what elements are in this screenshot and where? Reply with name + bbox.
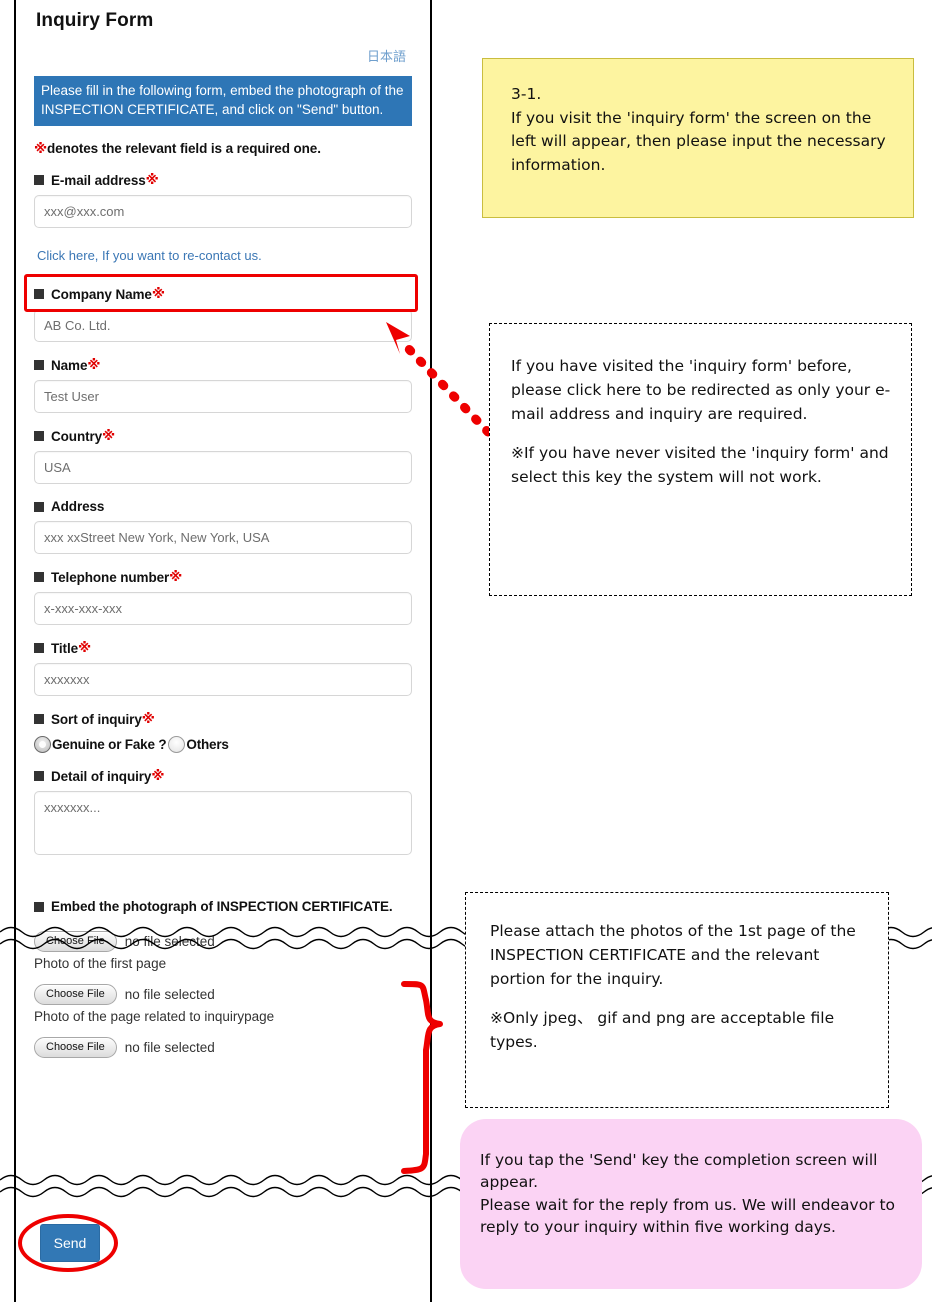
required-asterisk-icon: ※ (141, 711, 155, 728)
bullet-square-icon (34, 902, 44, 913)
detail-of-inquiry-textarea[interactable]: xxxxxxx... (34, 791, 412, 856)
callout-recontact-paragraph-1: If you have visited the 'inquiry form' b… (511, 357, 891, 424)
label-telephone: Telephone number ※ (34, 569, 412, 585)
callout-send-confirmation: If you tap the 'Send' key the completion… (460, 1119, 922, 1289)
label-address: Address (34, 499, 412, 514)
email-field-placeholder: xxx@xxx.com (44, 204, 125, 220)
required-asterisk-icon: ※ (34, 141, 48, 158)
label-country-text: Country (51, 428, 103, 444)
callout-send-paragraph-1: If you tap the 'Send' key the completion… (480, 1151, 878, 1192)
bullet-square-icon (34, 501, 44, 512)
callout-photos-paragraph-2: ※Only jpeg、 gif and png are acceptable f… (490, 1009, 835, 1052)
file-caption-related-page: Photo of the page related to inquirypage (34, 1009, 275, 1025)
file-row-first-page: Choose File no file selected (34, 931, 412, 953)
required-asterisk-icon: ※ (145, 172, 159, 189)
label-embed-photograph-text: Embed the photograph of INSPECTION CERTI… (51, 899, 393, 915)
bullet-square-icon (34, 714, 44, 725)
label-name: Name ※ (34, 357, 412, 373)
choose-file-button[interactable]: Choose File (34, 1037, 117, 1059)
callout-step-3-1: 3-1. If you visit the 'inquiry form' the… (482, 58, 914, 218)
label-sort-of-inquiry-text: Sort of inquiry (51, 711, 142, 727)
recontact-link-highlight-box (24, 274, 418, 312)
required-asterisk-icon: ※ (102, 428, 116, 445)
callout-recontact-explanation: If you have visited the 'inquiry form' b… (489, 323, 912, 596)
label-detail-of-inquiry: Detail of inquiry ※ (34, 768, 412, 784)
country-field[interactable]: USA (34, 451, 412, 485)
callout-step-body: If you visit the 'inquiry form' the scre… (511, 108, 886, 174)
radio-genuine-or-fake[interactable] (34, 736, 51, 754)
required-note-text: denotes the relevant field is a required… (47, 141, 321, 157)
name-field[interactable]: Test User (34, 380, 412, 414)
choose-file-button[interactable]: Choose File (34, 984, 117, 1006)
name-placeholder: Test User (44, 389, 99, 405)
label-sort-of-inquiry: Sort of inquiry ※ (34, 711, 412, 727)
language-switch-row: 日本語 (34, 46, 412, 66)
file-status-first-page: no file selected (124, 934, 215, 950)
send-button-highlight-ellipse (18, 1214, 118, 1272)
label-country: Country ※ (34, 428, 412, 444)
email-field[interactable]: xxx@xxx.com (34, 195, 412, 229)
bullet-square-icon (34, 431, 44, 442)
file-caption-first-page: Photo of the first page (34, 956, 167, 972)
language-link-japanese[interactable]: 日本語 (367, 50, 406, 65)
country-placeholder: USA (44, 460, 71, 476)
address-field[interactable]: xxx xxStreet New York, New York, USA (34, 521, 412, 555)
title-field[interactable]: xxxxxxx (34, 663, 412, 697)
title-placeholder: xxxxxxx (44, 672, 90, 688)
label-detail-of-inquiry-text: Detail of inquiry (51, 768, 152, 784)
page-title: Inquiry Form (36, 10, 154, 31)
callout-step-number: 3-1. (511, 85, 542, 103)
required-field-note: ※denotes the relevant field is a require… (34, 141, 412, 157)
label-telephone-text: Telephone number (51, 569, 170, 585)
file-status-third: no file selected (124, 1040, 215, 1056)
bullet-square-icon (34, 360, 44, 371)
telephone-field[interactable]: x-xxx-xxx-xxx (34, 592, 412, 626)
label-email: E-mail address ※ (34, 172, 412, 188)
detail-placeholder: xxxxxxx... (44, 800, 101, 816)
company-name-field[interactable]: AB Co. Ltd. (34, 309, 412, 343)
callout-send-paragraph-2: Please wait for the reply from us. We wi… (480, 1195, 896, 1236)
company-name-placeholder: AB Co. Ltd. (44, 318, 111, 334)
label-title-text: Title (51, 640, 79, 656)
required-asterisk-icon: ※ (169, 569, 183, 586)
radio-others[interactable] (168, 736, 186, 754)
label-title: Title ※ (34, 640, 412, 656)
inquiry-form-panel: Inquiry Form 日本語 Please fill in the foll… (14, 0, 432, 1302)
file-status-related-page: no file selected (124, 987, 215, 1003)
intro-banner: Please fill in the following form, embed… (34, 76, 412, 127)
label-address-text: Address (51, 499, 105, 515)
sort-of-inquiry-radio-group: Genuine or Fake ? Others (34, 736, 412, 754)
bullet-square-icon (34, 771, 44, 782)
required-asterisk-icon: ※ (151, 768, 165, 785)
label-email-text: E-mail address (51, 172, 146, 188)
file-row-related-page: Choose File no file selected (34, 984, 412, 1006)
recontact-link[interactable]: Click here, If you want to re-contact us… (37, 248, 262, 263)
radio-label-others[interactable]: Others (186, 737, 229, 752)
bullet-square-icon (34, 175, 44, 186)
callout-recontact-paragraph-2: ※If you have never visited the 'inquiry … (511, 444, 889, 487)
callout-photos-paragraph-1: Please attach the photos of the 1st page… (490, 922, 856, 989)
label-name-text: Name (51, 357, 88, 373)
file-row-third: Choose File no file selected (34, 1037, 412, 1059)
recontact-link-row[interactable]: Click here, If you want to re-contact us… (34, 239, 412, 271)
bullet-square-icon (34, 643, 44, 654)
required-asterisk-icon: ※ (87, 357, 101, 374)
bullet-square-icon (34, 572, 44, 583)
radio-label-genuine-or-fake[interactable]: Genuine or Fake ? (52, 737, 167, 752)
choose-file-button[interactable]: Choose File (34, 931, 117, 953)
telephone-placeholder: x-xxx-xxx-xxx (44, 601, 122, 617)
required-asterisk-icon: ※ (78, 640, 92, 657)
label-embed-photograph: Embed the photograph of INSPECTION CERTI… (34, 897, 412, 918)
address-placeholder: xxx xxStreet New York, New York, USA (44, 530, 270, 546)
callout-photo-attachment: Please attach the photos of the 1st page… (465, 892, 889, 1108)
